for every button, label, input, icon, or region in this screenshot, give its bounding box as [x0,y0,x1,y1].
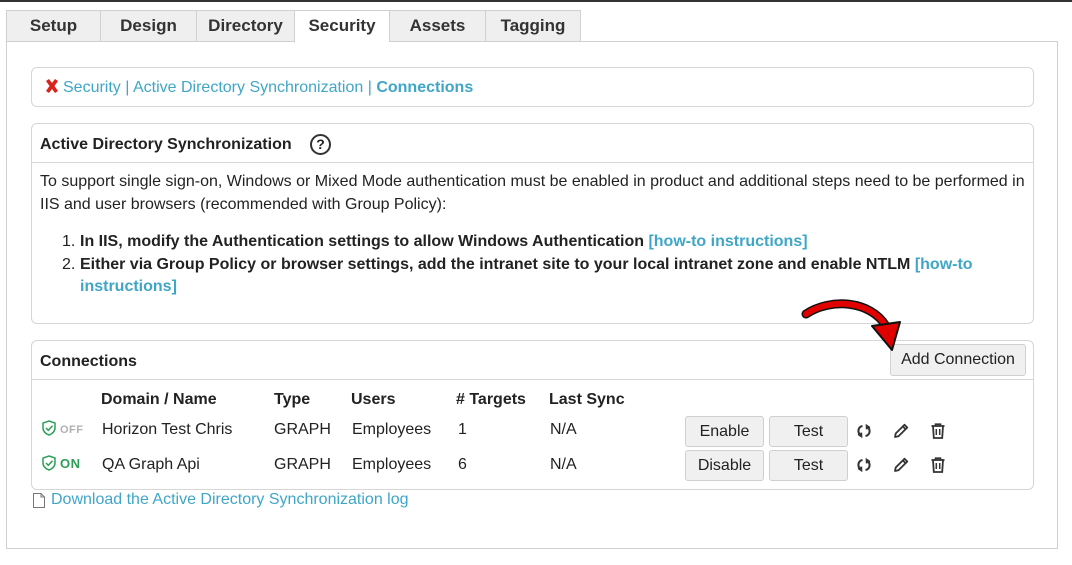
status-badge: OFF [42,420,84,436]
connection-users: Employees [352,421,432,438]
step-text: In IIS, modify the Authentication settin… [80,233,649,250]
add-connection-button[interactable]: Add Connection [890,344,1026,376]
tab-tagging[interactable]: Tagging [485,10,581,42]
connection-targets: 1 [458,421,467,438]
connection-last-sync: N/A [550,421,577,438]
breadcrumb-separator: | [363,79,377,96]
how-to-link-iis[interactable]: [how-to instructions] [648,233,807,250]
help-circle-icon[interactable]: ? [310,134,332,155]
trash-icon[interactable] [929,456,947,474]
disable-button[interactable]: Disable [685,450,764,481]
close-icon[interactable] [44,78,60,94]
step-number: 2. [62,255,76,273]
breadcrumb-box: Security | Active Directory Synchronizat… [31,67,1034,107]
column-header-last-sync[interactable]: Last Sync [549,391,625,409]
shield-check-icon [42,420,56,436]
tab-setup[interactable]: Setup [6,10,100,42]
tab-assets[interactable]: Assets [389,10,485,42]
ad-sync-title: Active Directory Synchronization [40,136,292,153]
ad-sync-description: To support single sign-on, Windows or Mi… [40,173,1025,213]
trash-icon[interactable] [929,422,947,440]
status-badge: ON [42,455,81,471]
test-button[interactable]: Test [769,416,848,447]
pencil-icon[interactable] [892,456,910,474]
test-button[interactable]: Test [769,450,848,481]
tab-security[interactable]: Security [294,10,389,43]
step-item: 1. In IIS, modify the Authentication set… [62,231,1020,254]
status-text: OFF [60,424,84,436]
enable-button[interactable]: Enable [685,416,764,447]
breadcrumb-separator: | [120,79,133,96]
column-header-targets[interactable]: # Targets [456,391,526,409]
tab-directory[interactable]: Directory [196,10,294,42]
breadcrumb: Security | Active Directory Synchronizat… [44,78,473,97]
ad-sync-header: Active Directory Synchronization ? [32,124,1033,163]
column-header-domain[interactable]: Domain / Name [101,391,217,409]
download-log-link[interactable]: Download the Active Directory Synchroniz… [33,491,409,509]
step-text: Either via Group Policy or browser setti… [80,255,915,273]
shield-check-icon [42,455,56,471]
connection-name: Horizon Test Chris [102,421,233,438]
sync-icon[interactable] [855,456,873,474]
column-header-users[interactable]: Users [351,391,395,409]
step-number: 1. [62,233,76,250]
connection-targets: 6 [458,456,467,473]
breadcrumb-current: Connections [376,79,474,96]
connection-type: GRAPH [274,421,331,438]
status-text: ON [60,456,81,471]
connections-box: Connections Add Connection Domain / Name… [31,340,1034,490]
column-header-type[interactable]: Type [274,391,310,409]
top-rule [0,0,1072,2]
connection-users: Employees [352,456,432,473]
tab-bar: Setup Design Directory Security Assets T… [6,10,581,43]
connections-title: Connections [40,353,137,370]
step-item: 2. Either via Group Policy or browser se… [62,254,1020,299]
tab-content-panel: Security | Active Directory Synchronizat… [6,41,1058,549]
ad-sync-box: Active Directory Synchronization ? To su… [31,123,1034,324]
sync-icon[interactable] [855,422,873,440]
red-arrow-icon [801,299,901,351]
connection-type: GRAPH [274,456,331,473]
ad-sync-steps: 1. In IIS, modify the Authentication set… [62,231,1020,299]
document-icon [33,493,45,508]
connection-name: QA Graph Api [102,456,200,473]
tab-design[interactable]: Design [100,10,196,42]
download-log-text[interactable]: Download the Active Directory Synchroniz… [51,491,409,508]
pencil-icon[interactable] [892,422,910,440]
breadcrumb-security[interactable]: Security [63,79,121,96]
breadcrumb-ad-sync[interactable]: Active Directory Synchronization [133,79,363,96]
connection-last-sync: N/A [550,456,577,473]
